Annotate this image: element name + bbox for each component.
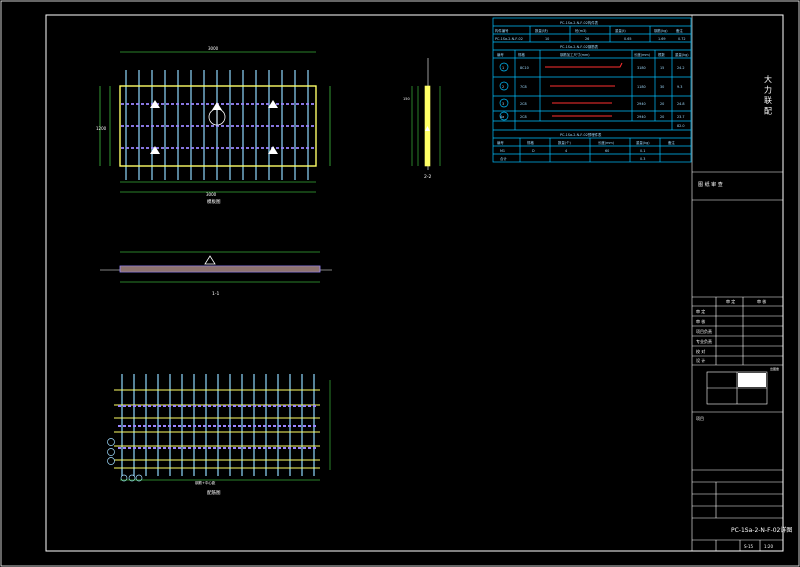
sheet-number: S-15 (744, 544, 754, 549)
rebar-len: 2940 (637, 102, 646, 106)
review-label: 图 纸 审 查 (698, 181, 723, 188)
table-cell: 0.65 (624, 37, 632, 41)
rebar-count: 20 (660, 102, 664, 106)
table-header: 重量(kg) (636, 140, 650, 145)
section-2-2: 150 2-2 (403, 58, 441, 180)
plan-view: 3000 3000 1200 模板图 (96, 46, 331, 205)
table-cell: 60 (605, 149, 609, 153)
table-cell: 4 (565, 149, 567, 153)
drawing-code: PC-1Sa-2-N-F-02详图 (731, 526, 792, 534)
company-name: 大 力 联 配 (764, 74, 773, 116)
rebar-len: 3180 (637, 66, 646, 70)
table-header: 数量(块) (535, 28, 548, 33)
rebar-dim: 钢筋+中心距 (195, 480, 216, 485)
table-header: 钢筋(kg) (654, 28, 668, 33)
dim-height: 1200 (96, 126, 107, 131)
rebar-view-title: 配筋图 (207, 489, 221, 496)
table-header: 构件编号 (495, 28, 509, 33)
rebar-tag-icon (107, 448, 115, 456)
rebar-tag-icon (107, 438, 115, 446)
section-22-title: 2-2 (424, 174, 431, 180)
table-header: 钢筋加工尺寸(mm) (560, 52, 590, 57)
cad-drawing: 大 力 联 配 图 纸 审 查 审 定 审 核 审 定 审 核 项目负责 专业负… (0, 0, 800, 567)
grid-header-b: 审 核 (757, 298, 766, 304)
rebar-spec: 7C8 (520, 85, 527, 89)
title-row-label: 审 定 (696, 308, 705, 314)
table-header: 重量(t) (615, 28, 626, 33)
rebar-weight: 23.7 (677, 115, 685, 119)
stamp-text: 出图章 (770, 366, 779, 371)
rebar-total: 82.0 (677, 124, 685, 128)
title-row-label: 校 对 (696, 348, 705, 354)
plan-view-title: 模板图 (207, 198, 221, 205)
rebar-view: 钢筋+中心距 配筋图 (107, 374, 331, 496)
dim-total: 3000 (206, 192, 217, 197)
rebar-weight: 24.8 (677, 102, 685, 106)
table-header: 根数 (658, 52, 665, 57)
table-cell: D (532, 149, 535, 153)
rebar-len: 1180 (637, 85, 646, 89)
table-header: 备注 (668, 140, 675, 145)
table-cell: 26 (585, 37, 589, 41)
title-row-label: 审 核 (696, 318, 705, 324)
table-cell: 0.1 (640, 149, 645, 153)
table-mid-title: PC-1Sa-2-N-F-02钢筋表 (560, 44, 599, 49)
table-header: 重量(kg) (675, 52, 689, 57)
rebar-spec: 2C8 (520, 102, 527, 106)
table-header: 长度(mm) (634, 52, 651, 57)
table-top-title: PC-1Sa-2-N-F-02构件表 (560, 20, 599, 25)
title-row-label: 设 计 (696, 357, 705, 363)
table-cell: PC-1Sa-2-N-F-02 (495, 37, 523, 41)
table-cell: 1.69 (658, 37, 666, 41)
rebar-spec: 8C10 (520, 66, 529, 70)
table-header: 编号 (497, 52, 504, 57)
table-header: 砼(m3) (575, 28, 587, 33)
rebar-shapes (545, 62, 623, 117)
rebar-tag-icon (107, 457, 115, 465)
table-cell: 0.3 (640, 157, 645, 161)
table-header: 数量(个) (558, 140, 571, 145)
rebar-id: 1 (502, 66, 504, 70)
rebar-id: 3 (502, 102, 504, 106)
table-header: 规格 (527, 140, 534, 145)
title-row-label: 项目负责 (696, 328, 712, 334)
side-dim: 150 (403, 97, 410, 101)
table-cell: M1 (500, 149, 505, 153)
table-cell: 0.72 (678, 37, 686, 41)
section-11-title: 1-1 (212, 291, 219, 297)
grid-header-a: 审 定 (726, 298, 735, 304)
project-label: 项目 (696, 415, 704, 421)
table-header: 规格 (518, 52, 525, 57)
rebar-spec: 2C8 (520, 115, 527, 119)
drawing-frame (45, 14, 784, 552)
table-cell: 10 (545, 37, 549, 41)
stamp-fill (738, 373, 766, 387)
dim-top: 3000 (208, 46, 219, 51)
rebar-id: 4a (500, 115, 504, 119)
section-1-1: 1-1 (100, 251, 332, 297)
rebar-weight: 9.3 (677, 85, 682, 89)
rebar-weight: 24.2 (677, 66, 685, 70)
rebar-count: 15 (660, 66, 664, 70)
table-cell: 合计 (500, 156, 507, 161)
table-header: 编号 (497, 140, 504, 145)
title-row-label: 专业负责 (696, 338, 712, 344)
rebar-count: 20 (660, 115, 664, 119)
table-header: 备注 (676, 28, 683, 33)
table-header: 长度(mm) (598, 140, 615, 145)
scale-text: 1:20 (764, 544, 773, 549)
rebar-id: 2 (502, 85, 504, 89)
rebar-len: 2940 (637, 115, 646, 119)
rebar-count: 30 (660, 85, 664, 89)
table-bot-title: PC-1Sa-2-N-F-02预埋件表 (560, 132, 602, 137)
